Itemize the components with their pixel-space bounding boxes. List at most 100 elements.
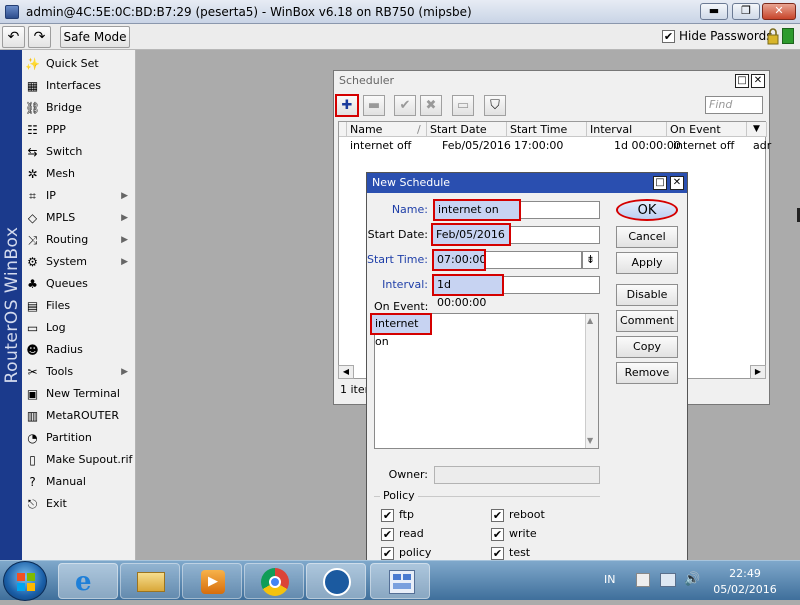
policy-read[interactable]: ✔ read — [381, 527, 424, 543]
enable-button[interactable]: ✔ — [394, 95, 416, 116]
dialog-close-icon[interactable]: ✕ — [670, 176, 684, 190]
policy-checkbox[interactable]: ✔ — [491, 509, 504, 522]
disable-button[interactable]: ✖ — [420, 95, 442, 116]
submenu-arrow-icon: ▶ — [121, 367, 128, 377]
col-name[interactable]: Name — [347, 122, 427, 137]
taskbar-media[interactable]: ▶ — [182, 563, 242, 599]
sidebar-item-radius[interactable]: ☻ Radius — [22, 339, 136, 361]
taskbar-winbox[interactable] — [370, 563, 430, 599]
name-input[interactable]: internet on — [433, 199, 521, 221]
volume-icon[interactable]: 🔊 — [684, 572, 700, 587]
sidebar-item-system[interactable]: ⚙ System ▶ — [22, 251, 136, 273]
start-time-dropdown-icon[interactable]: ⇟ — [582, 251, 599, 269]
sidebar-item-icon: ⌗ — [29, 189, 36, 203]
scroll-right-icon[interactable]: ▶ — [750, 365, 766, 379]
comment-button[interactable]: Comment — [616, 310, 678, 332]
table-row[interactable]: internet off Feb/05/2016 17:00:00 1d 00:… — [339, 138, 771, 153]
sidebar-item-bridge[interactable]: ⛓ Bridge — [22, 97, 136, 119]
sidebar-item-interfaces[interactable]: ▦ Interfaces — [22, 75, 136, 97]
clock-time[interactable]: 22:49 — [700, 567, 790, 580]
interval-input[interactable]: 1d 00:00:00 — [432, 274, 504, 309]
taskbar-explorer[interactable] — [120, 563, 180, 599]
filter-button[interactable]: ⛉ — [484, 95, 506, 116]
sidebar-item-manual[interactable]: ? Manual — [22, 471, 136, 493]
scroll-down-icon[interactable]: ▼ — [587, 436, 593, 445]
sidebar-item-mesh[interactable]: ✲ Mesh — [22, 163, 136, 185]
sidebar-item-metarouter[interactable]: ▥ MetaROUTER — [22, 405, 136, 427]
network-icon[interactable] — [660, 573, 676, 587]
sidebar-item-switch[interactable]: ⇆ Switch — [22, 141, 136, 163]
start-date-input[interactable]: Feb/05/2016 — [431, 223, 511, 246]
scroll-left-icon[interactable]: ◀ — [338, 365, 354, 379]
dialog-maximize-icon[interactable]: □ — [653, 176, 667, 190]
copy-button[interactable]: Copy — [616, 336, 678, 358]
start-time-input[interactable]: 07:00:00 — [432, 249, 486, 271]
action-center-icon[interactable] — [636, 573, 650, 587]
sidebar-item-files[interactable]: ▤ Files — [22, 295, 136, 317]
internet-explorer-icon: e — [75, 567, 92, 597]
col-interval[interactable]: Interval — [587, 122, 667, 137]
policy-checkbox[interactable]: ✔ — [491, 528, 504, 541]
language-indicator[interactable]: IN — [604, 573, 615, 586]
sidebar-item-new-terminal[interactable]: ▣ New Terminal — [22, 383, 136, 405]
start-button[interactable] — [3, 561, 47, 601]
comment-button[interactable]: ▭ — [452, 95, 474, 116]
remove-button[interactable]: ▬ — [363, 95, 385, 116]
hide-passwords-checkbox[interactable]: ✔ — [662, 30, 675, 43]
scroll-up-icon[interactable]: ▲ — [587, 316, 593, 325]
sidebar-item-exit[interactable]: ⎋ Exit — [22, 493, 136, 515]
policy-checkbox[interactable]: ✔ — [381, 547, 394, 560]
scheduler-maximize-icon[interactable]: □ — [735, 74, 749, 88]
add-button[interactable]: ✚ — [335, 94, 359, 117]
col-start-time[interactable]: Start Time — [507, 122, 587, 137]
table-col-marker — [339, 122, 347, 137]
sidebar-item-label: MPLS — [46, 211, 76, 224]
undo-button[interactable]: ↶ — [2, 26, 25, 48]
policy-ftp[interactable]: ✔ ftp — [381, 508, 414, 524]
safe-mode-button[interactable]: Safe Mode — [60, 26, 130, 48]
col-on-event[interactable]: On Event — [667, 122, 747, 137]
sidebar-item-log[interactable]: ▭ Log — [22, 317, 136, 339]
policy-reboot[interactable]: ✔ reboot — [491, 508, 545, 524]
clock-date[interactable]: 05/02/2016 — [700, 583, 790, 596]
remove-button[interactable]: Remove — [616, 362, 678, 384]
policy-label-text: ftp — [399, 508, 414, 521]
policy-checkbox[interactable]: ✔ — [491, 547, 504, 560]
taskbar-app[interactable] — [306, 563, 366, 599]
sidebar-item-routing[interactable]: ⤨ Routing ▶ — [22, 229, 136, 251]
apply-button[interactable]: Apply — [616, 252, 678, 274]
sidebar-item-label: IP — [46, 189, 56, 202]
scheduler-close-icon[interactable]: ✕ — [751, 74, 765, 88]
policy-write[interactable]: ✔ write — [491, 527, 537, 543]
minimize-button[interactable]: ▬ — [700, 3, 728, 20]
submenu-arrow-icon: ▶ — [121, 191, 128, 201]
media-player-icon: ▶ — [201, 570, 225, 594]
policy-label: Policy — [380, 489, 418, 502]
cancel-button[interactable]: Cancel — [616, 226, 678, 248]
sidebar-item-partition[interactable]: ◔ Partition — [22, 427, 136, 449]
column-menu-icon[interactable]: ▼ — [747, 122, 767, 137]
maximize-button[interactable]: ❐ — [732, 3, 760, 20]
taskbar-chrome[interactable] — [244, 563, 304, 599]
on-event-scrollbar[interactable] — [585, 314, 598, 448]
sidebar-item-mpls[interactable]: ◇ MPLS ▶ — [22, 207, 136, 229]
col-start-date[interactable]: Start Date — [427, 122, 507, 137]
disable-button[interactable]: Disable — [616, 284, 678, 306]
row-start-date: Feb/05/2016 — [442, 139, 511, 152]
sidebar-item-queues[interactable]: ♣ Queues — [22, 273, 136, 295]
sidebar-item-ppp[interactable]: ☷ PPP — [22, 119, 136, 141]
sidebar-item-quick-set[interactable]: ✨ Quick Set — [22, 53, 136, 75]
redo-button[interactable]: ↷ — [28, 26, 51, 48]
find-input[interactable]: Find — [705, 96, 763, 114]
on-event-label: On Event: — [374, 300, 429, 313]
sidebar-item-label: New Terminal — [46, 387, 120, 400]
sidebar-item-tools[interactable]: ✂ Tools ▶ — [22, 361, 136, 383]
sidebar-item-ip[interactable]: ⌗ IP ▶ — [22, 185, 136, 207]
policy-checkbox[interactable]: ✔ — [381, 509, 394, 522]
policy-checkbox[interactable]: ✔ — [381, 528, 394, 541]
close-button[interactable]: ✕ — [762, 3, 796, 20]
sidebar-item-label: Interfaces — [46, 79, 101, 92]
taskbar-ie[interactable]: e — [58, 563, 118, 599]
ok-button[interactable]: OK — [616, 199, 678, 221]
sidebar-item-make-supout-rif[interactable]: ▯ Make Supout.rif — [22, 449, 136, 471]
